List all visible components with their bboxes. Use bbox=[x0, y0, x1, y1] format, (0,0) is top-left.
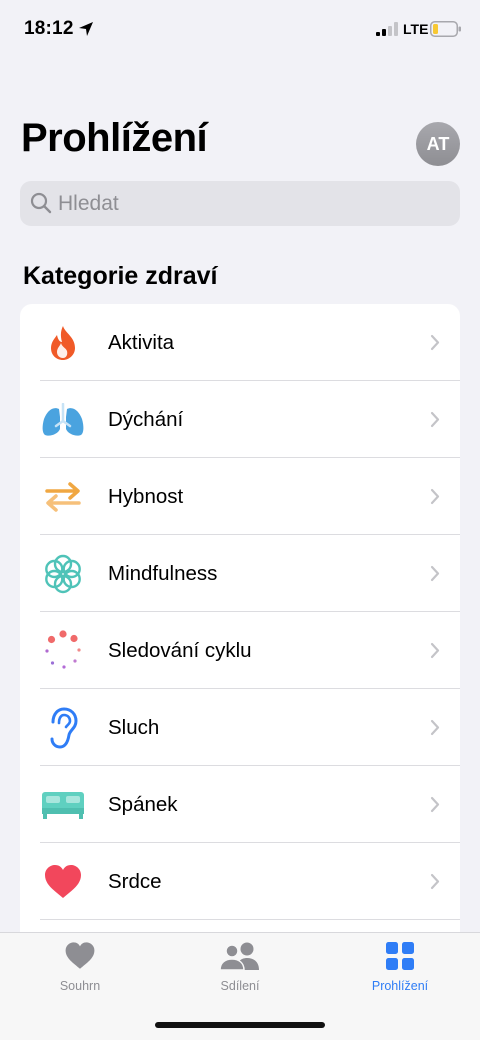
category-label: Sluch bbox=[108, 715, 160, 739]
search-input[interactable] bbox=[58, 181, 448, 226]
category-list: Aktivita Dýchání Hybnost Mindfulness Sle… bbox=[20, 304, 460, 944]
bed-icon bbox=[40, 782, 86, 828]
category-row-srdce[interactable]: Srdce bbox=[20, 843, 460, 920]
lungs-icon bbox=[40, 397, 86, 443]
tab-souhrn[interactable]: Souhrn bbox=[0, 941, 160, 993]
avatar[interactable]: AT bbox=[416, 122, 460, 166]
category-label: Mindfulness bbox=[108, 561, 218, 585]
category-row-hybnost[interactable]: Hybnost bbox=[20, 458, 460, 535]
status-time: 18:12 bbox=[24, 18, 74, 39]
heart-icon bbox=[65, 942, 95, 969]
category-row-sluch[interactable]: Sluch bbox=[20, 689, 460, 766]
mindfulness-flower-icon bbox=[40, 551, 86, 597]
chevron-right-icon bbox=[430, 719, 440, 736]
category-row-sledovani-cyklu[interactable]: Sledování cyklu bbox=[20, 612, 460, 689]
tab-label: Souhrn bbox=[59, 979, 101, 993]
people-icon bbox=[219, 942, 259, 971]
ear-icon bbox=[40, 705, 86, 751]
category-row-mindfulness[interactable]: Mindfulness bbox=[20, 535, 460, 612]
battery-icon bbox=[430, 21, 461, 37]
category-row-aktivita[interactable]: Aktivita bbox=[20, 304, 460, 381]
divider bbox=[40, 919, 460, 920]
arrows-icon bbox=[40, 474, 86, 520]
section-title: Kategorie zdraví bbox=[23, 262, 218, 290]
tab-prohlizeni[interactable]: Prohlížení bbox=[320, 941, 480, 993]
category-label: Aktivita bbox=[108, 330, 175, 354]
home-indicator[interactable] bbox=[155, 1022, 325, 1028]
signal-icon bbox=[376, 22, 398, 36]
chevron-right-icon bbox=[430, 411, 440, 428]
status-bar: 18:12 LTE bbox=[0, 0, 480, 60]
category-label: Hybnost bbox=[108, 484, 184, 508]
heart-icon bbox=[40, 859, 86, 905]
category-label: Spánek bbox=[108, 792, 178, 816]
category-label: Dýchání bbox=[108, 407, 184, 431]
tab-label: Prohlížení bbox=[371, 979, 429, 993]
chevron-right-icon bbox=[430, 565, 440, 582]
chevron-right-icon bbox=[430, 873, 440, 890]
chevron-right-icon bbox=[430, 796, 440, 813]
grid-icon bbox=[386, 942, 414, 970]
category-row-dychani[interactable]: Dýchání bbox=[20, 381, 460, 458]
search-bar[interactable] bbox=[20, 181, 460, 226]
category-label: Srdce bbox=[108, 869, 162, 893]
flame-icon bbox=[40, 320, 86, 366]
network-type: LTE bbox=[403, 21, 429, 37]
location-arrow-icon bbox=[79, 22, 93, 36]
tab-sdileni[interactable]: Sdílení bbox=[160, 941, 320, 993]
chevron-right-icon bbox=[430, 488, 440, 505]
category-row-spanek[interactable]: Spánek bbox=[20, 766, 460, 843]
search-icon bbox=[30, 192, 52, 214]
chevron-right-icon bbox=[430, 642, 440, 659]
page-title: Prohlížení bbox=[21, 116, 208, 160]
category-label: Sledování cyklu bbox=[108, 638, 252, 662]
chevron-right-icon bbox=[430, 334, 440, 351]
tab-label: Sdílení bbox=[220, 979, 260, 993]
cycle-dots-icon bbox=[40, 628, 86, 674]
